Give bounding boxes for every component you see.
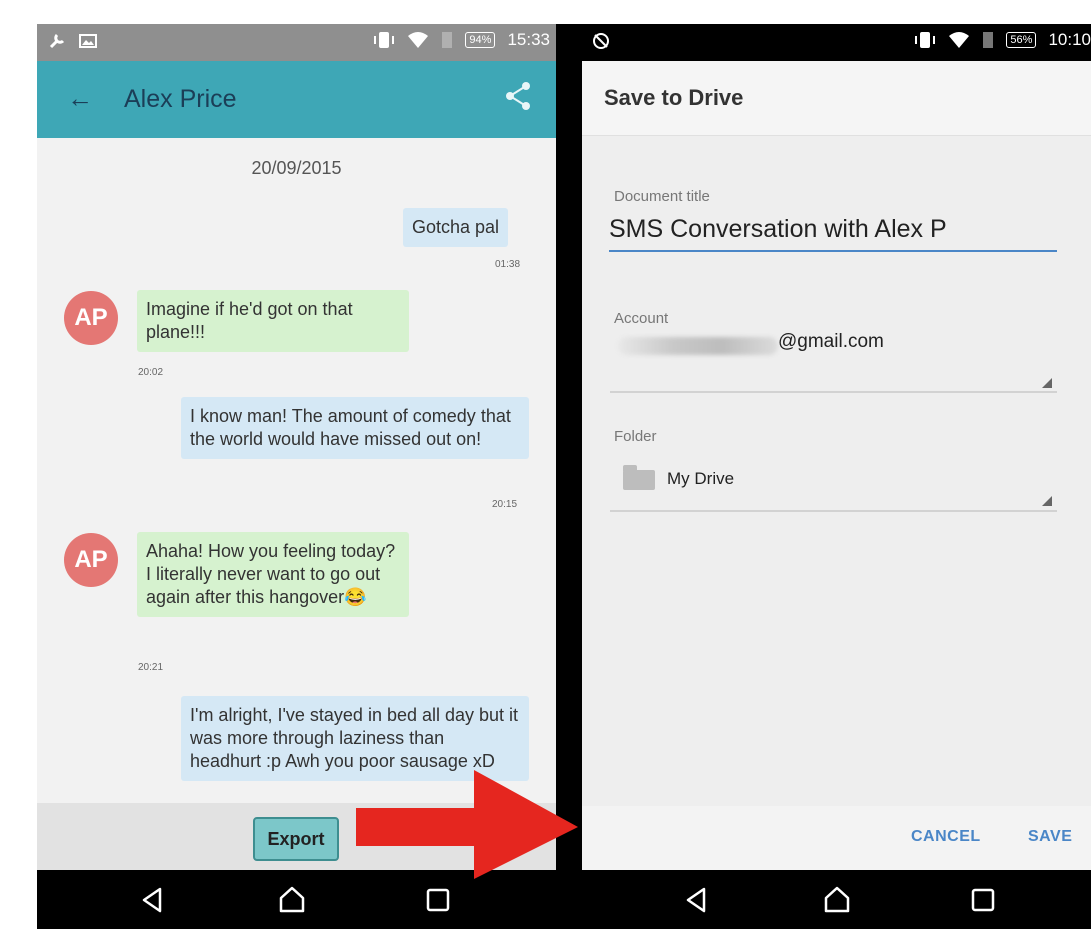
message-bubble-outgoing[interactable]: I'm alright, I've stayed in bed all day …: [181, 696, 529, 781]
sim-icon: [442, 32, 453, 48]
message-bubble-incoming[interactable]: Imagine if he'd got on that plane!!!: [137, 290, 409, 352]
sim-icon: [983, 32, 994, 48]
status-bar: 94% 15:33: [37, 24, 556, 61]
no-sync-icon: [593, 33, 609, 49]
nav-recents-icon[interactable]: [423, 885, 453, 915]
document-title-label: Document title: [614, 188, 710, 205]
app-bar: ← Alex Price: [37, 61, 556, 138]
nav-home-icon[interactable]: [822, 885, 852, 915]
account-underline: [610, 391, 1057, 393]
wifi-icon: [949, 32, 970, 48]
nav-home-icon[interactable]: [277, 885, 307, 915]
dialog-header: Save to Drive: [582, 61, 1091, 136]
folder-select[interactable]: My Drive: [667, 469, 734, 489]
image-icon: [79, 34, 97, 48]
account-label: Account: [614, 310, 669, 327]
nav-back-icon[interactable]: [138, 885, 168, 915]
back-arrow-icon[interactable]: ←: [67, 83, 93, 114]
wrench-icon: [49, 33, 65, 49]
navigation-bar: [582, 870, 1091, 929]
message-bubble-outgoing[interactable]: Gotcha pal: [403, 208, 509, 247]
document-title-input[interactable]: SMS Conversation with Alex P: [609, 215, 1057, 252]
message-list[interactable]: 20/09/2015 Gotcha pal 01:38 AP Imagine i…: [37, 138, 556, 803]
share-icon[interactable]: [504, 81, 532, 111]
status-bar: 56% 10:10: [582, 24, 1091, 61]
status-time: 10:10: [1048, 30, 1091, 49]
battery-icon: 94%: [465, 32, 496, 48]
avatar[interactable]: AP: [64, 533, 118, 587]
save-form: Document title SMS Conversation with Ale…: [582, 136, 1091, 806]
wifi-icon: [408, 32, 429, 48]
message-time: 01:38: [495, 259, 521, 270]
dialog-actions: CANCEL SAVE: [582, 806, 1091, 870]
folder-underline: [610, 510, 1057, 512]
dropdown-triangle-icon[interactable]: [1042, 378, 1052, 388]
redacted-email: [618, 337, 778, 355]
dropdown-triangle-icon[interactable]: [1042, 496, 1052, 506]
account-select[interactable]: @gmail.com: [778, 331, 884, 353]
folder-icon: [623, 465, 655, 490]
battery-icon: 56%: [1006, 32, 1037, 48]
dialog-title: Save to Drive: [604, 85, 744, 110]
message-time: 20:15: [492, 499, 518, 510]
status-time: 15:33: [507, 30, 550, 49]
message-bubble-outgoing[interactable]: I know man! The amount of comedy that th…: [181, 397, 529, 459]
nav-back-icon[interactable]: [682, 885, 712, 915]
message-time: 20:21: [138, 662, 164, 673]
vibrate-icon: [915, 32, 936, 48]
red-arrow-icon: [356, 770, 578, 879]
nav-recents-icon[interactable]: [968, 885, 998, 915]
cancel-button[interactable]: CANCEL: [911, 828, 981, 846]
folder-label: Folder: [614, 428, 657, 445]
conversation-title: Alex Price: [124, 85, 237, 113]
export-button[interactable]: Export: [253, 817, 339, 861]
avatar[interactable]: AP: [64, 291, 118, 345]
right-phone-screen: 56% 10:10 Save to Drive Document title S…: [582, 24, 1091, 929]
vibrate-icon: [374, 32, 395, 48]
message-time: 20:02: [138, 367, 164, 378]
date-separator: 20/09/2015: [251, 158, 342, 178]
message-bubble-incoming[interactable]: Ahaha! How you feeling today? I literall…: [137, 532, 409, 617]
screenshot-stage: 94% 15:33 ← Alex Price 20/09/2015 Gotcha…: [0, 0, 1091, 929]
save-button[interactable]: SAVE: [1028, 828, 1072, 846]
